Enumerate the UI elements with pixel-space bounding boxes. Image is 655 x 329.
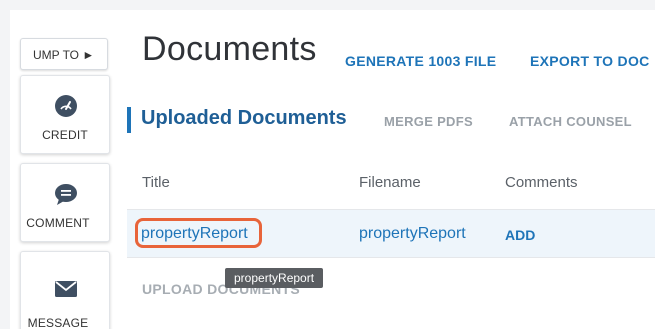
sidebar-item-message[interactable]: MESSAGE <box>20 251 110 329</box>
attach-counsel-button[interactable]: ATTACH COUNSEL <box>509 114 632 129</box>
merge-pdfs-button[interactable]: MERGE PDFS <box>384 114 473 129</box>
column-header-filename: Filename <box>359 174 421 191</box>
page-title: Documents <box>142 30 317 68</box>
sidebar: UMP TO ► CREDIT COMMENT MESSAGE <box>10 10 110 329</box>
sidebar-item-credit[interactable]: CREDIT <box>20 75 110 154</box>
focus-highlight <box>135 218 262 248</box>
sidebar-item-label: CREDIT <box>42 128 88 142</box>
comment-icon <box>55 184 77 205</box>
export-to-doc-button[interactable]: EXPORT TO DOC <box>530 53 650 69</box>
row-divider <box>127 257 655 258</box>
column-header-comments: Comments <box>505 174 578 191</box>
column-header-title: Title <box>142 174 170 191</box>
app-frame: UMP TO ► CREDIT COMMENT MESSAGE Document… <box>10 10 655 329</box>
jump-to-button[interactable]: UMP TO ► <box>20 38 108 70</box>
gauge-icon <box>55 95 77 117</box>
add-comment-button[interactable]: ADD <box>505 227 535 243</box>
sidebar-item-comment[interactable]: COMMENT <box>20 163 110 242</box>
section-accent-bar <box>127 107 131 133</box>
envelope-icon <box>55 281 77 297</box>
document-filename-link[interactable]: propertyReport <box>359 225 466 243</box>
tooltip: propertyReport <box>225 268 324 288</box>
section-title: Uploaded Documents <box>141 107 347 129</box>
sidebar-item-label: MESSAGE <box>27 316 89 329</box>
generate-1003-button[interactable]: GENERATE 1003 FILE <box>345 53 496 69</box>
sidebar-item-label: COMMENT <box>26 216 90 230</box>
